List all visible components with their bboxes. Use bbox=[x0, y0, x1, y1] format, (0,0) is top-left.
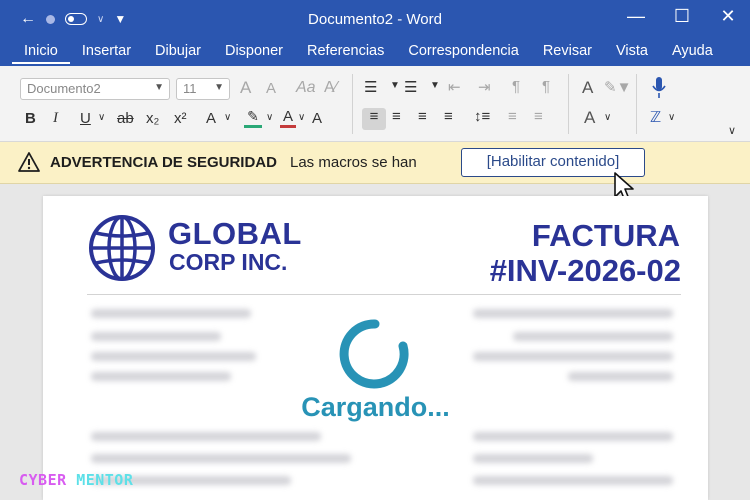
borders-icon[interactable]: ≡ bbox=[534, 108, 543, 125]
document-page: GLOBAL CORP INC. FACTURA #INV-2026-02 Ca… bbox=[43, 196, 708, 500]
align-center-icon[interactable]: ≡ bbox=[392, 108, 401, 125]
chevron-down-icon[interactable]: ▼ bbox=[390, 80, 400, 91]
title-bar: ← ∨ ▼ Documento2 - Word — ☐ ✕ bbox=[0, 0, 750, 38]
ribbon: Documento2 ▼ 11 ▼ A A Aa A∕ B I U ∨ ab x… bbox=[0, 66, 750, 142]
italic-button[interactable]: I bbox=[53, 110, 58, 127]
subscript-button[interactable]: x₂ bbox=[146, 110, 159, 127]
tab-correspondencia[interactable]: Correspondencia bbox=[396, 42, 530, 64]
divider bbox=[352, 74, 353, 134]
divider bbox=[568, 74, 569, 134]
tab-referencias[interactable]: Referencias bbox=[295, 42, 396, 64]
blurred-text-line bbox=[568, 372, 673, 381]
tab-insertar[interactable]: Insertar bbox=[70, 42, 143, 64]
blurred-text-line bbox=[473, 454, 593, 463]
chevron-down-icon[interactable]: ∨ bbox=[604, 112, 611, 123]
ribbon-collapse-icon[interactable]: ∨ bbox=[728, 124, 736, 137]
font-size-select[interactable]: 11 ▼ bbox=[176, 78, 230, 100]
font-name-value: Documento2 bbox=[27, 81, 101, 96]
chevron-down-icon: ▼ bbox=[154, 82, 164, 93]
tab-inicio[interactable]: Inicio bbox=[12, 42, 70, 64]
styles-button[interactable]: A bbox=[582, 78, 593, 98]
blurred-text-line bbox=[91, 454, 351, 463]
shrink-font-button[interactable]: A bbox=[266, 80, 276, 97]
blurred-text-line bbox=[91, 352, 256, 361]
chevron-down-icon[interactable]: ∨ bbox=[224, 112, 231, 123]
ribbon-tabs: Inicio Insertar Dibujar Disponer Referen… bbox=[0, 38, 750, 66]
decrease-indent-icon[interactable]: ⇤ bbox=[448, 78, 461, 96]
tab-vista[interactable]: Vista bbox=[604, 42, 660, 64]
blurred-text-line bbox=[513, 332, 673, 341]
blurred-text-line bbox=[91, 332, 221, 341]
blurred-text-line bbox=[91, 432, 321, 441]
grow-font-button[interactable]: A bbox=[240, 78, 251, 98]
divider bbox=[87, 294, 681, 295]
bullets-icon[interactable]: ☰ bbox=[364, 78, 377, 96]
blurred-text-line bbox=[473, 432, 673, 441]
loading-spinner-icon bbox=[339, 319, 409, 389]
numbering-icon[interactable]: ☰ bbox=[404, 78, 417, 96]
translate-icon[interactable]: ℤ bbox=[650, 108, 661, 126]
show-marks-icon[interactable]: ¶ bbox=[542, 78, 550, 95]
font-name-select[interactable]: Documento2 ▼ bbox=[20, 78, 170, 100]
watermark-logo: CYBER MENTOR bbox=[19, 471, 133, 489]
superscript-button[interactable]: x² bbox=[174, 110, 187, 127]
minimize-icon[interactable]: — bbox=[626, 6, 646, 27]
blurred-text-line bbox=[473, 476, 673, 485]
divider bbox=[636, 74, 637, 134]
maximize-icon[interactable]: ☐ bbox=[672, 6, 692, 27]
align-right-icon[interactable]: ≡ bbox=[418, 108, 427, 125]
chevron-down-icon: ▼ bbox=[214, 82, 224, 93]
tab-ayuda[interactable]: Ayuda bbox=[660, 42, 725, 64]
company-name-line1: GLOBAL bbox=[168, 216, 302, 251]
styles-gallery-icon[interactable]: ✎▼ bbox=[604, 78, 631, 96]
security-warning-title: ADVERTENCIA DE SEGURIDAD bbox=[50, 154, 277, 171]
bold-button[interactable]: B bbox=[25, 110, 36, 127]
change-case-button[interactable]: Aa bbox=[296, 79, 316, 97]
invoice-heading: FACTURA bbox=[531, 218, 680, 253]
clear-formatting-button[interactable]: A bbox=[312, 110, 322, 127]
globe-logo-icon bbox=[89, 215, 155, 281]
line-spacing-icon[interactable]: ↕≡ bbox=[474, 108, 490, 125]
chevron-down-icon[interactable]: ∨ bbox=[298, 112, 305, 123]
blurred-text-line bbox=[91, 309, 251, 318]
tab-disponer[interactable]: Disponer bbox=[213, 42, 295, 64]
chevron-down-icon[interactable]: ∨ bbox=[98, 112, 105, 123]
shading-icon[interactable]: ≡ bbox=[508, 108, 517, 125]
blurred-text-line bbox=[91, 372, 231, 381]
align-left-icon[interactable]: ≡ bbox=[362, 108, 386, 130]
chevron-down-icon[interactable]: ∨ bbox=[668, 112, 675, 123]
tab-dibujar[interactable]: Dibujar bbox=[143, 42, 213, 64]
font-color-button[interactable]: A bbox=[280, 108, 296, 128]
watermark-part1: CYBER bbox=[19, 471, 77, 489]
microphone-icon[interactable] bbox=[652, 76, 666, 104]
chevron-down-icon[interactable]: ▼ bbox=[430, 80, 440, 91]
blurred-text-line bbox=[473, 309, 673, 318]
chevron-down-icon[interactable]: ∨ bbox=[266, 112, 273, 123]
company-name-line2: CORP INC. bbox=[169, 249, 288, 275]
text-effects-button[interactable]: A bbox=[206, 110, 216, 127]
highlighter-icon[interactable]: ✎ bbox=[244, 108, 262, 128]
strikethrough-button[interactable]: ab bbox=[117, 110, 134, 127]
watermark-part2: MENTOR bbox=[76, 471, 134, 489]
font-size-value: 11 bbox=[183, 81, 197, 96]
window-controls: — ☐ ✕ bbox=[626, 6, 738, 27]
warning-icon bbox=[18, 152, 40, 172]
tab-revisar[interactable]: Revisar bbox=[531, 42, 604, 64]
pilcrow-icon[interactable]: ¶ bbox=[512, 78, 520, 95]
invoice-number: #INV-2026-02 bbox=[489, 253, 681, 288]
highlight-clear-button[interactable]: A∕ bbox=[324, 79, 337, 97]
editing-button[interactable]: A bbox=[584, 108, 595, 128]
justify-icon[interactable]: ≡ bbox=[444, 108, 453, 125]
security-warning-message: Las macros se han bbox=[290, 154, 417, 171]
close-icon[interactable]: ✕ bbox=[718, 6, 738, 27]
security-warning-bar: ADVERTENCIA DE SEGURIDAD Las macros se h… bbox=[0, 142, 750, 184]
underline-button[interactable]: U bbox=[80, 110, 91, 127]
loading-text: Cargando... bbox=[301, 392, 450, 422]
increase-indent-icon[interactable]: ⇥ bbox=[478, 78, 491, 96]
blurred-text-line bbox=[473, 352, 673, 361]
